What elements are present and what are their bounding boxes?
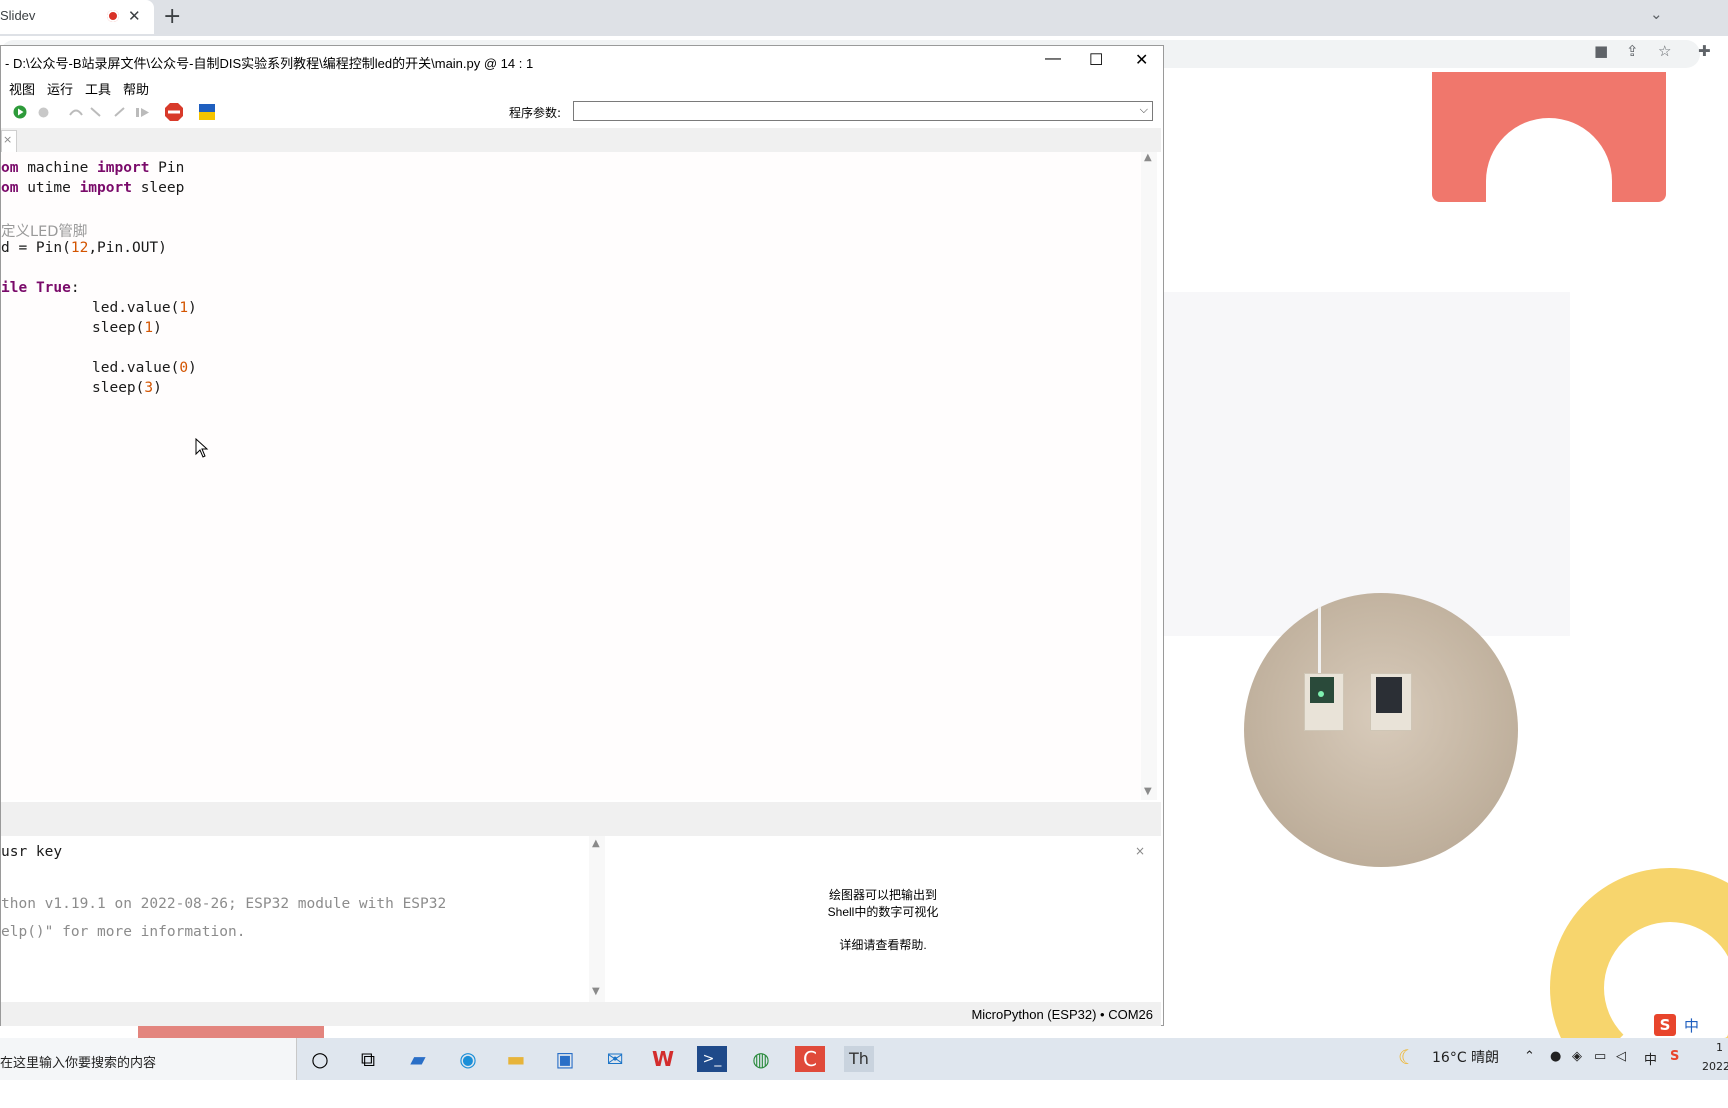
shell-line-2: thon v1.19.1 on 2022-08-26; ESP32 module… xyxy=(1,896,447,912)
task-view-icon[interactable]: ⧉ xyxy=(353,1046,383,1072)
menu-view[interactable]: 视图 xyxy=(9,79,35,98)
interpreter-status[interactable]: MicroPython (ESP32) • COM26 xyxy=(971,1007,1153,1022)
share-icon[interactable]: ⇪ xyxy=(1626,42,1639,60)
ime-mode-label: 中 xyxy=(1684,1017,1700,1035)
edge-icon[interactable]: ◉ xyxy=(453,1046,483,1072)
clock-date[interactable]: 2022 xyxy=(1702,1060,1728,1073)
menu-run[interactable]: 运行 xyxy=(47,79,73,98)
step-over-icon[interactable] xyxy=(69,106,83,119)
decorative-red-arch xyxy=(1432,72,1666,202)
program-args-input[interactable]: ⌵ xyxy=(573,101,1153,121)
browser-tab-title: Slidev xyxy=(0,8,36,23)
plotter-help-link[interactable]: 详细请查看帮助. xyxy=(611,936,1155,953)
code-line-11: led.value(0) xyxy=(92,360,197,376)
minimize-button[interactable]: — xyxy=(1045,50,1061,68)
tab-close-icon[interactable]: × xyxy=(3,133,12,146)
bookmark-star-icon[interactable]: ☆ xyxy=(1658,42,1671,60)
code-line-12: sleep(3) xyxy=(92,380,162,396)
shell-line-1: usr key xyxy=(1,844,63,860)
menu-bar: 视图 运行 工具 帮助 xyxy=(1,76,1161,98)
scroll-up-icon[interactable]: ▲ xyxy=(592,838,600,849)
plotter-hint-line-2: Shell中的数字可视化 xyxy=(827,905,939,919)
editor-scrollbar[interactable]: ▲ ▼ xyxy=(1141,152,1157,800)
menu-tools[interactable]: 工具 xyxy=(85,79,111,98)
thonny-window: - D:\公众号-B站录屏文件\公众号-自制DIS实验系列教程\编程控制led的… xyxy=(0,45,1164,1026)
code-line-5: d = Pin(12,Pin.OUT) xyxy=(1,240,167,256)
code-line-4: 定义LED管脚 xyxy=(1,224,88,240)
tray-expand-icon[interactable]: ⌃ xyxy=(1524,1049,1535,1064)
shell-scrollbar[interactable]: ▲ ▼ xyxy=(589,836,605,1002)
editor-tabbar xyxy=(1,128,1161,152)
pc-icon[interactable]: ▰ xyxy=(403,1046,433,1072)
sogou-ime-icon: S xyxy=(1654,1014,1676,1036)
tray-ime-label[interactable]: 中 xyxy=(1644,1049,1657,1068)
close-button[interactable]: ✕ xyxy=(1135,50,1148,70)
code-line-1: om machine import Pin xyxy=(1,160,185,176)
new-tab-button[interactable]: + xyxy=(163,4,181,29)
code-line-2: om utime import sleep xyxy=(1,180,185,196)
recording-indicator-icon xyxy=(107,10,119,22)
ime-toolbar[interactable]: S 中 xyxy=(1650,1012,1728,1038)
editor-tab[interactable]: × xyxy=(1,130,17,153)
debug-icon[interactable] xyxy=(37,106,50,119)
camtasia-icon[interactable]: C xyxy=(795,1046,825,1072)
store-icon[interactable]: ▣ xyxy=(550,1046,580,1072)
wps-icon[interactable]: W xyxy=(648,1046,678,1072)
plotter-pane: × 绘图器可以把输出到 Shell中的数字可视化 详细请查看帮助. xyxy=(611,836,1155,1002)
tab-close-icon[interactable]: ✕ xyxy=(128,7,141,25)
plotter-close-icon[interactable]: × xyxy=(1135,844,1145,858)
extensions-icon[interactable]: ✚ xyxy=(1698,42,1711,60)
step-out-icon[interactable] xyxy=(113,106,127,119)
code-line-8: led.value(1) xyxy=(92,300,197,316)
camera-feed xyxy=(1244,593,1518,867)
code-line-9: sleep(1) xyxy=(92,320,162,336)
weather-moon-icon: ☾ xyxy=(1398,1045,1416,1069)
shell-pane[interactable]: usr key thon v1.19.1 on 2022-08-26; ESP3… xyxy=(1,836,589,1002)
shell-line-3: elp()" for more information. xyxy=(1,924,246,940)
scroll-up-icon[interactable]: ▲ xyxy=(1144,152,1152,163)
file-explorer-icon[interactable]: ▬ xyxy=(501,1046,531,1072)
chevron-down-icon[interactable]: ⌵ xyxy=(1140,103,1148,117)
status-bar: MicroPython (ESP32) • COM26 xyxy=(1,1002,1161,1026)
step-into-icon[interactable] xyxy=(89,106,103,119)
volume-icon[interactable]: ◁ xyxy=(1616,1049,1626,1064)
mouse-cursor-icon xyxy=(195,438,209,458)
scroll-down-icon[interactable]: ▼ xyxy=(592,986,600,997)
chrome-icon[interactable]: ◍ xyxy=(746,1046,776,1072)
taskbar-search-box[interactable]: 在这里输入你要搜索的内容 xyxy=(0,1038,297,1080)
mail-icon[interactable]: ✉ xyxy=(600,1046,630,1072)
scroll-down-icon[interactable]: ▼ xyxy=(1144,786,1152,797)
slide-progress-strip xyxy=(138,1026,324,1038)
camera-icon[interactable]: ■ xyxy=(1594,42,1608,60)
resume-icon[interactable] xyxy=(135,106,151,119)
taskbar-search-text: 在这里输入你要搜索的内容 xyxy=(0,1056,157,1071)
weather-text[interactable]: 16°C 晴朗 xyxy=(1432,1047,1499,1067)
run-icon[interactable] xyxy=(13,105,27,119)
pane-splitter[interactable] xyxy=(1,802,1161,836)
stop-icon[interactable] xyxy=(165,103,183,121)
code-editor[interactable]: om machine import Pin om utime import sl… xyxy=(1,152,1145,800)
cortana-icon[interactable]: ○ xyxy=(305,1046,335,1072)
window-title: - D:\公众号-B站录屏文件\公众号-自制DIS实验系列教程\编程控制led的… xyxy=(5,56,534,71)
sogou-tray-icon[interactable]: S xyxy=(1670,1049,1679,1064)
wifi-icon[interactable]: ▭ xyxy=(1594,1049,1606,1064)
menu-help[interactable]: 帮助 xyxy=(123,79,149,98)
tab-search-icon[interactable]: ⌄ xyxy=(1650,5,1663,23)
network-icon[interactable]: ◈ xyxy=(1572,1049,1582,1064)
browser-tabstrip xyxy=(0,0,1728,36)
powershell-icon[interactable]: >_ xyxy=(697,1046,727,1072)
slide-panel xyxy=(1160,292,1570,636)
browser-tab[interactable]: Slidev ✕ xyxy=(0,0,154,34)
program-args-label: 程序参数: xyxy=(509,106,562,120)
plotter-hint-line-1: 绘图器可以把输出到 xyxy=(828,888,937,902)
code-line-7: ile True: xyxy=(1,280,80,296)
microphone-icon[interactable]: ● xyxy=(1550,1049,1561,1064)
thonny-icon[interactable]: Th xyxy=(844,1046,874,1072)
ukraine-flag-icon[interactable] xyxy=(199,104,215,120)
clock-time[interactable]: 1 xyxy=(1716,1041,1723,1054)
maximize-button[interactable]: ☐ xyxy=(1089,50,1103,70)
